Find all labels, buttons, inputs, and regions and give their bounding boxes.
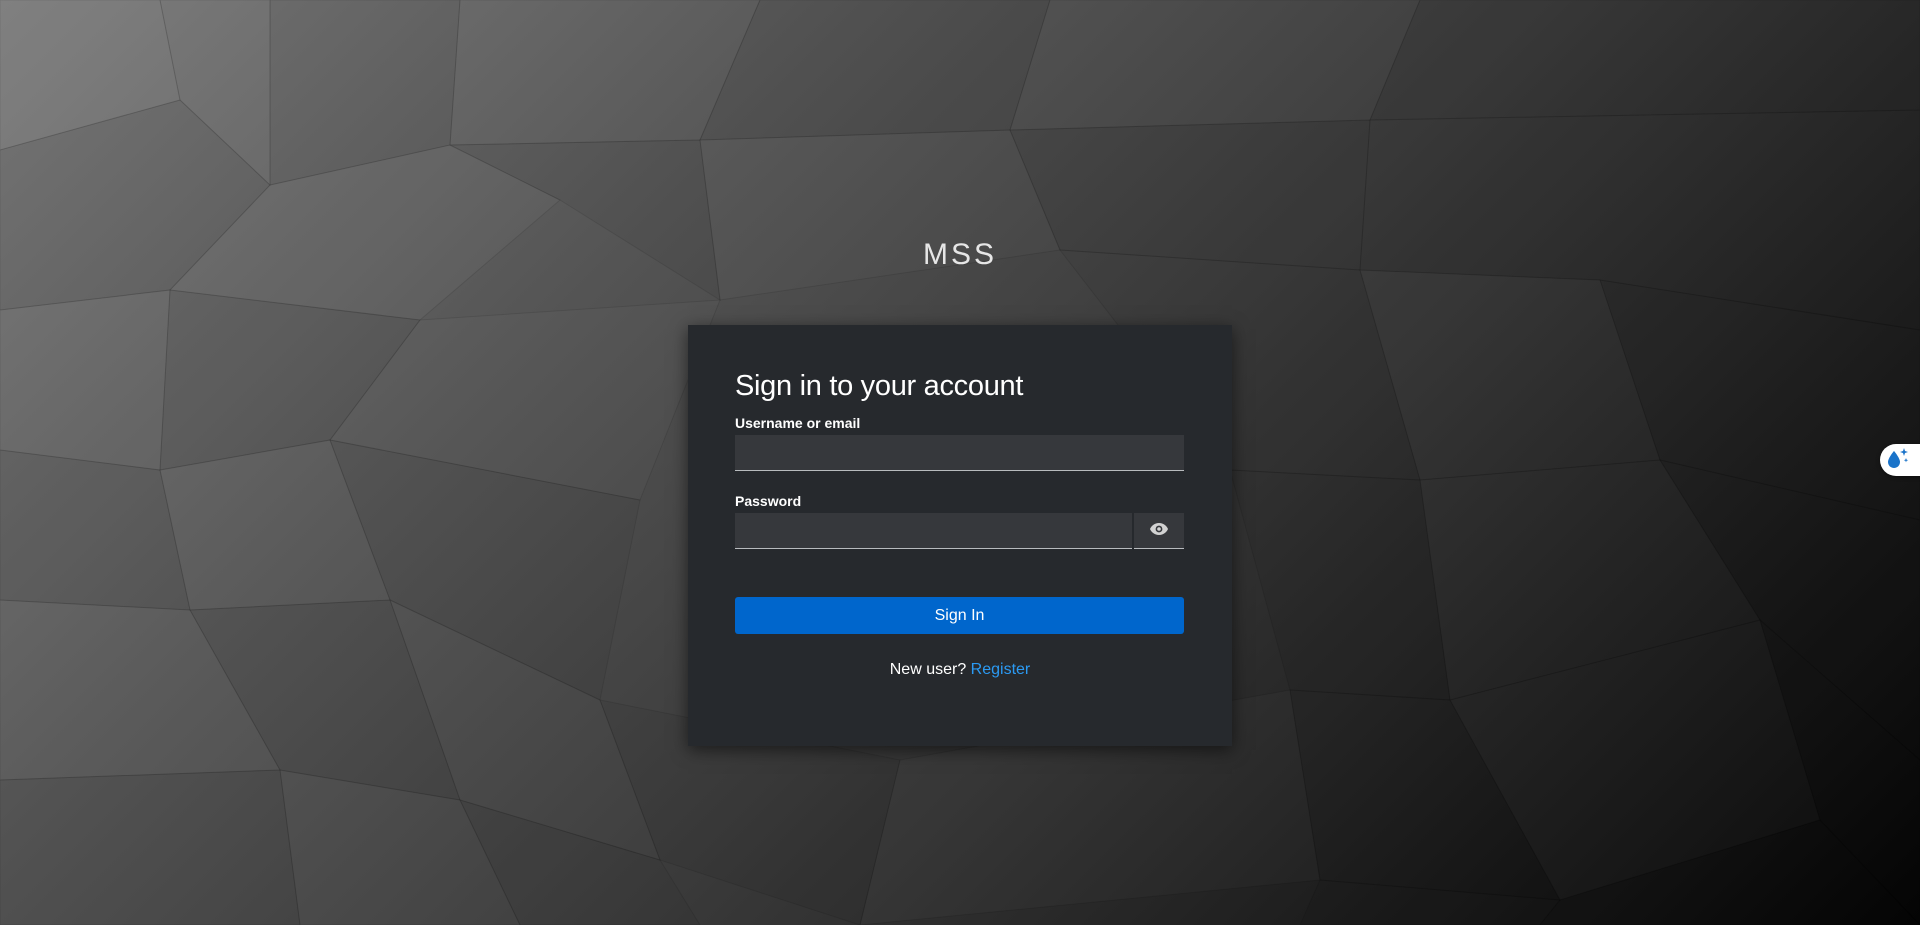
username-input[interactable] bbox=[735, 435, 1184, 471]
password-label: Password bbox=[735, 493, 802, 509]
side-widget-button[interactable] bbox=[1880, 444, 1920, 476]
login-card: Sign in to your account Username or emai… bbox=[688, 325, 1232, 746]
new-user-text: New user? bbox=[889, 661, 967, 678]
register-row: New user? Register bbox=[735, 661, 1185, 679]
register-link[interactable]: Register bbox=[971, 661, 1031, 678]
username-group: Username or email bbox=[735, 415, 1185, 471]
sign-in-button[interactable]: Sign In bbox=[735, 597, 1184, 634]
page-title: Sign in to your account bbox=[735, 370, 1024, 402]
brand-title: MSS bbox=[922, 238, 997, 271]
show-password-button[interactable] bbox=[1134, 513, 1184, 549]
username-label: Username or email bbox=[735, 415, 861, 431]
eye-icon bbox=[1150, 523, 1168, 538]
password-group: Password bbox=[735, 493, 1185, 549]
water-drop-sparkle-icon bbox=[1886, 447, 1910, 474]
password-input[interactable] bbox=[735, 513, 1132, 549]
password-row bbox=[735, 513, 1184, 549]
